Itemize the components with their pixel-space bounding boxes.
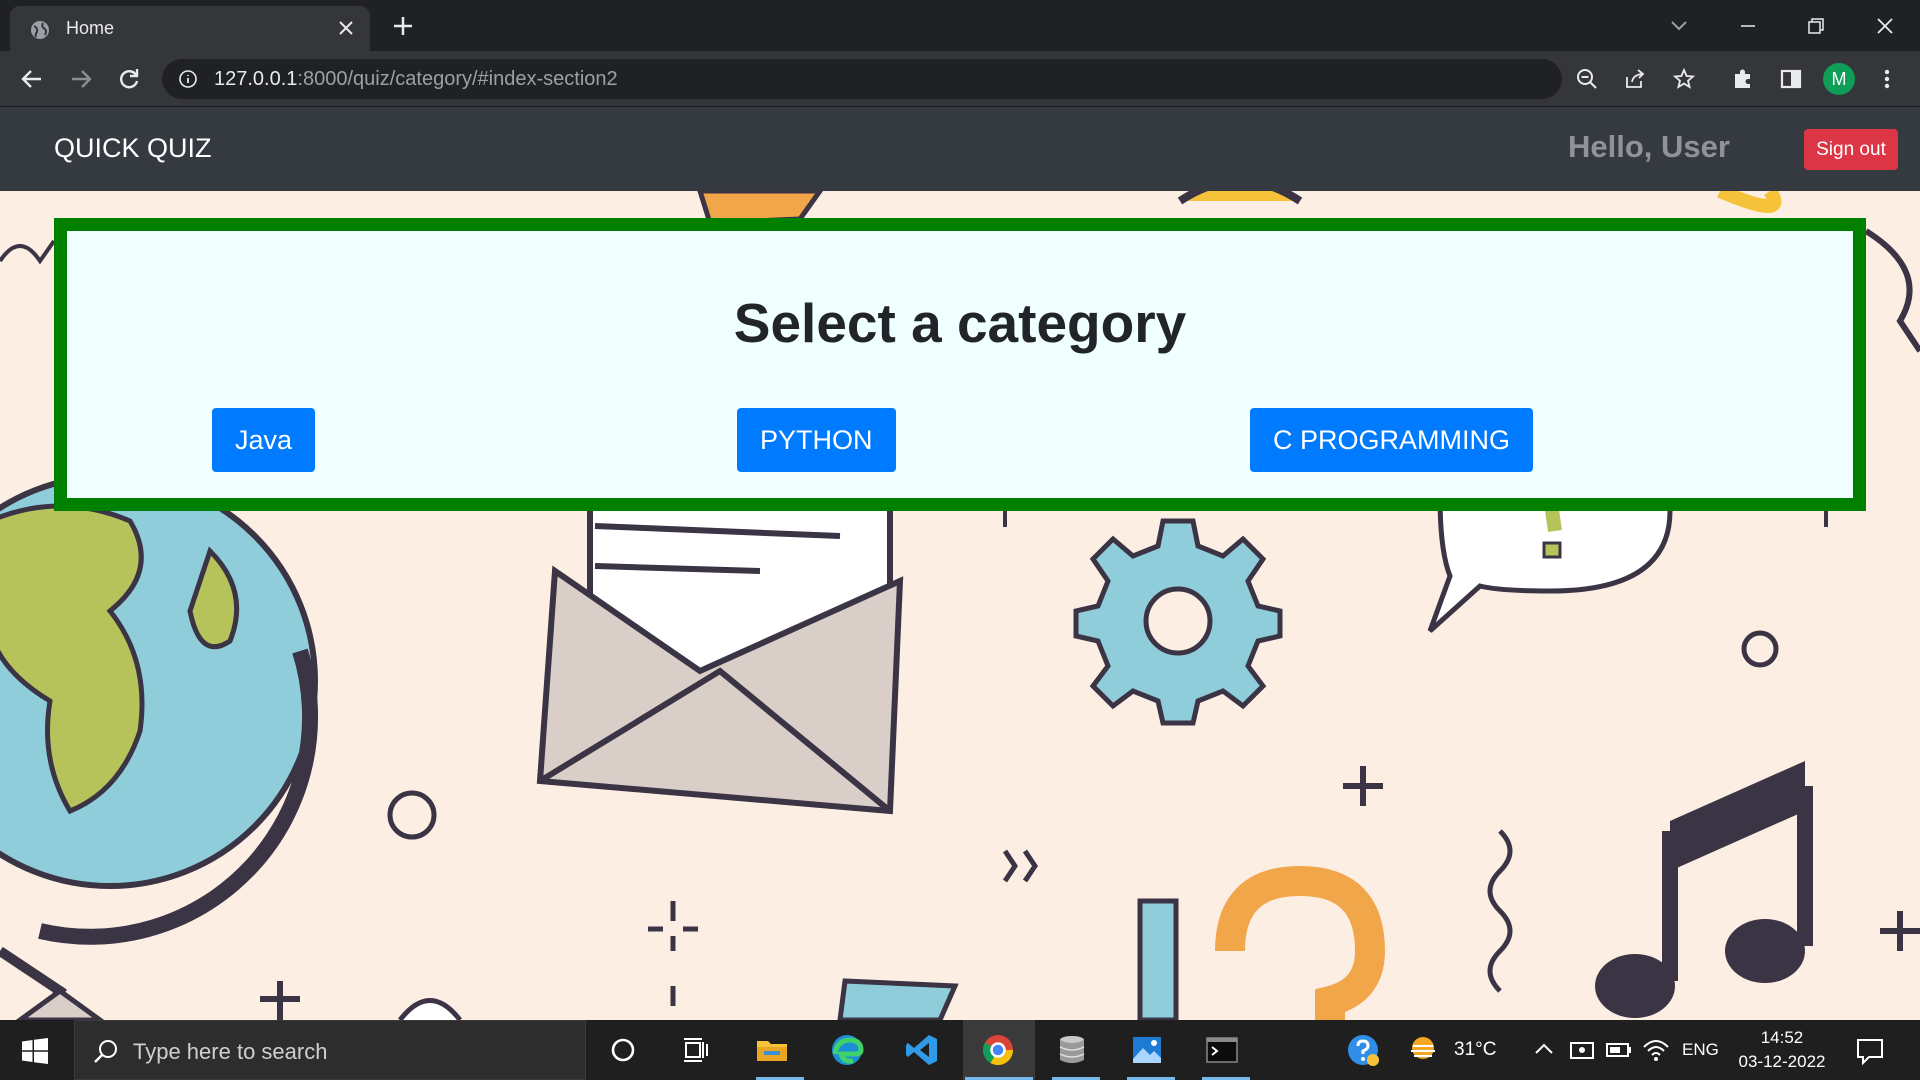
photos-icon[interactable] [1129,1032,1165,1068]
search-placeholder: Type here to search [133,1039,328,1064]
terminal-icon[interactable] [1204,1032,1240,1068]
windows-start-icon[interactable] [22,1038,48,1064]
tab-search-chevron-icon[interactable] [1665,12,1693,40]
page-title: Select a category [733,292,1187,354]
zoom-out-icon[interactable] [1575,67,1599,91]
windows-taskbar: Type here to search 31°C ENG 14:52 03-12… [0,1020,1920,1080]
share-icon[interactable] [1623,67,1647,91]
profile-avatar[interactable]: M [1823,63,1855,95]
task-view-icon[interactable] [678,1032,714,1068]
close-tab-icon[interactable] [336,18,356,38]
help-icon[interactable] [1345,1032,1381,1068]
database-icon[interactable] [1054,1032,1090,1068]
edge-browser-icon[interactable] [829,1032,865,1068]
chevron-up-icon[interactable] [1528,1032,1560,1068]
extensions-puzzle-icon[interactable] [1729,65,1757,93]
notifications-icon[interactable] [1853,1032,1887,1068]
browser-tab-home[interactable]: Home [10,6,370,51]
restore-icon[interactable] [1802,12,1830,40]
battery-icon[interactable] [1603,1032,1635,1068]
category-button-c-programming[interactable]: C PROGRAMMING [1250,408,1534,472]
weather-sun-icon[interactable] [1405,1032,1441,1068]
url-path: :8000/quiz/category/#index-section2 [297,68,618,90]
category-button-java[interactable]: Java [212,408,316,472]
close-window-icon[interactable] [1871,12,1899,40]
minimize-icon[interactable] [1734,12,1762,40]
vs-code-icon[interactable] [904,1032,940,1068]
browser-titlebar: Home [0,0,1920,51]
browser-toolbar: 127.0.0.1:8000/quiz/category/#index-sect… [0,51,1920,107]
tab-title: Home [66,18,115,38]
main-content: Select a category Java PYTHON C PROGRAMM… [0,191,1920,1020]
sign-out-button[interactable]: Sign out [1804,129,1898,170]
cortana-icon[interactable] [605,1032,641,1068]
forward-arrow-icon[interactable] [67,65,95,93]
taskbar-search-box[interactable]: Type here to search [74,1020,586,1080]
url-host: 127.0.0.1 [214,68,298,90]
globe-icon [31,21,49,39]
reload-icon[interactable] [115,65,143,93]
clock-date: 03-12-2022 [1738,1052,1826,1071]
wifi-icon[interactable] [1640,1032,1672,1068]
site-info-icon[interactable] [178,69,198,89]
back-arrow-icon[interactable] [18,65,46,93]
weather-temperature[interactable]: 31°C [1454,1039,1496,1061]
brand-logo[interactable]: QUICK QUIZ [54,133,212,164]
meet-now-icon[interactable] [1566,1032,1598,1068]
bookmark-star-icon[interactable] [1672,67,1696,91]
site-navbar: QUICK QUIZ Hello, User Sign out [0,107,1920,191]
file-explorer-icon[interactable] [754,1032,790,1068]
clock-time: 14:52 [1760,1028,1804,1047]
category-card: Select a category Java PYTHON C PROGRAMM… [54,218,1866,511]
new-tab-icon[interactable] [391,14,415,38]
address-bar[interactable]: 127.0.0.1:8000/quiz/category/#index-sect… [162,59,1696,99]
user-greeting: Hello, User [1568,129,1730,164]
side-panel-icon[interactable] [1777,65,1805,93]
input-language[interactable]: ENG [1682,1040,1719,1060]
search-icon [94,1040,117,1063]
url-text: 127.0.0.1:8000/quiz/category/#index-sect… [214,68,618,91]
chrome-icon[interactable] [980,1032,1016,1068]
more-menu-icon[interactable] [1873,65,1901,93]
category-button-python[interactable]: PYTHON [737,408,896,472]
system-clock[interactable]: 14:52 03-12-2022 [1722,1026,1842,1074]
